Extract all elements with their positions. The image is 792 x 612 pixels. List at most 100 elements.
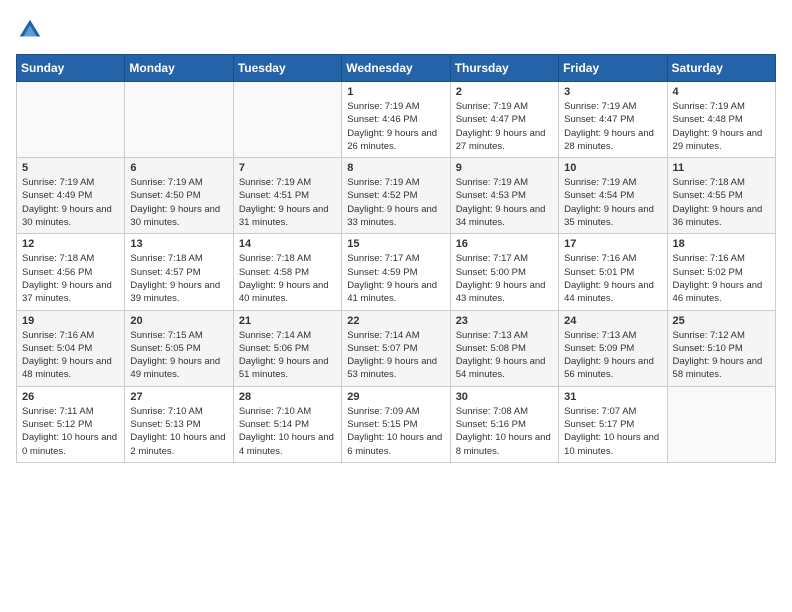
day-info: Sunrise: 7:17 AM Sunset: 5:00 PM Dayligh… [456, 252, 553, 305]
calendar-day-24: 24 Sunrise: 7:13 AM Sunset: 5:09 PM Dayli… [559, 310, 667, 386]
day-info: Sunrise: 7:15 AM Sunset: 5:05 PM Dayligh… [130, 329, 227, 382]
day-info: Sunrise: 7:08 AM Sunset: 5:16 PM Dayligh… [456, 405, 553, 458]
day-number: 18 [673, 238, 770, 250]
day-info: Sunrise: 7:14 AM Sunset: 5:07 PM Dayligh… [347, 329, 444, 382]
calendar-day-17: 17Sunrise: 7:16 AM Sunset: 5:01 PM Dayli… [559, 234, 667, 310]
day-number: 28 [239, 391, 336, 403]
calendar-day-empty [667, 386, 775, 462]
day-number: 13 [130, 238, 227, 250]
day-number: 1 [347, 86, 444, 98]
logo-icon [16, 16, 44, 44]
day-number: 2 [456, 86, 553, 98]
calendar-day-19: 19 Sunrise: 7:16 AM Sunset: 5:04 PM Dayli… [17, 310, 125, 386]
day-number: 10 [564, 162, 661, 174]
day-number: 21 [239, 315, 336, 327]
calendar-day-2: 2 Sunrise: 7:19 AM Sunset: 4:47 PM Daylig… [450, 82, 558, 158]
weekday-header-thursday: Thursday [450, 55, 558, 82]
day-info: Sunrise: 7:13 AM Sunset: 5:08 PM Dayligh… [456, 329, 553, 382]
calendar-day-29: 29 Sunrise: 7:09 AM Sunset: 5:15 PM Dayli… [342, 386, 450, 462]
day-number: 7 [239, 162, 336, 174]
weekday-header-saturday: Saturday [667, 55, 775, 82]
weekday-header-monday: Monday [125, 55, 233, 82]
day-number: 20 [130, 315, 227, 327]
calendar-day-4: 4 Sunrise: 7:19 AM Sunset: 4:48 PM Daylig… [667, 82, 775, 158]
calendar-day-5: 5 Sunrise: 7:19 AM Sunset: 4:49 PM Daylig… [17, 158, 125, 234]
calendar-day-25: 25 Sunrise: 7:12 AM Sunset: 5:10 PM Dayli… [667, 310, 775, 386]
calendar-day-23: 23 Sunrise: 7:13 AM Sunset: 5:08 PM Dayli… [450, 310, 558, 386]
day-number: 24 [564, 315, 661, 327]
day-info: Sunrise: 7:18 AM Sunset: 4:55 PM Dayligh… [673, 176, 770, 229]
day-info: Sunrise: 7:12 AM Sunset: 5:10 PM Dayligh… [673, 329, 770, 382]
day-info: Sunrise: 7:13 AM Sunset: 5:09 PM Dayligh… [564, 329, 661, 382]
day-info: Sunrise: 7:16 AM Sunset: 5:01 PM Dayligh… [564, 252, 661, 305]
day-number: 3 [564, 86, 661, 98]
day-info: Sunrise: 7:19 AM Sunset: 4:51 PM Dayligh… [239, 176, 336, 229]
day-number: 12 [22, 238, 119, 250]
calendar-day-empty [125, 82, 233, 158]
day-info: Sunrise: 7:11 AM Sunset: 5:12 PM Dayligh… [22, 405, 119, 458]
page-header [16, 16, 776, 44]
day-info: Sunrise: 7:16 AM Sunset: 5:04 PM Dayligh… [22, 329, 119, 382]
day-number: 14 [239, 238, 336, 250]
calendar-day-26: 26 Sunrise: 7:11 AM Sunset: 5:12 PM Dayli… [17, 386, 125, 462]
calendar-day-10: 10 Sunrise: 7:19 AM Sunset: 4:54 PM Dayli… [559, 158, 667, 234]
day-number: 23 [456, 315, 553, 327]
day-number: 26 [22, 391, 119, 403]
day-info: Sunrise: 7:17 AM Sunset: 4:59 PM Dayligh… [347, 252, 444, 305]
calendar-day-31: 31 Sunrise: 7:07 AM Sunset: 5:17 PM Dayli… [559, 386, 667, 462]
day-info: Sunrise: 7:19 AM Sunset: 4:54 PM Dayligh… [564, 176, 661, 229]
calendar-day-13: 13Sunrise: 7:18 AM Sunset: 4:57 PM Dayli… [125, 234, 233, 310]
day-info: Sunrise: 7:19 AM Sunset: 4:46 PM Dayligh… [347, 100, 444, 153]
calendar-day-8: 8 Sunrise: 7:19 AM Sunset: 4:52 PM Daylig… [342, 158, 450, 234]
weekday-header-sunday: Sunday [17, 55, 125, 82]
calendar-day-21: 21 Sunrise: 7:14 AM Sunset: 5:06 PM Dayli… [233, 310, 341, 386]
day-number: 11 [673, 162, 770, 174]
day-info: Sunrise: 7:19 AM Sunset: 4:53 PM Dayligh… [456, 176, 553, 229]
calendar-day-27: 27 Sunrise: 7:10 AM Sunset: 5:13 PM Dayli… [125, 386, 233, 462]
logo [16, 16, 48, 44]
calendar-week-row: 1 Sunrise: 7:19 AM Sunset: 4:46 PM Daylig… [17, 82, 776, 158]
day-info: Sunrise: 7:18 AM Sunset: 4:58 PM Dayligh… [239, 252, 336, 305]
day-info: Sunrise: 7:19 AM Sunset: 4:47 PM Dayligh… [456, 100, 553, 153]
calendar-week-row: 12 Sunrise: 7:18 AM Sunset: 4:56 PM Dayli… [17, 234, 776, 310]
calendar-day-3: 3 Sunrise: 7:19 AM Sunset: 4:47 PM Daylig… [559, 82, 667, 158]
day-number: 4 [673, 86, 770, 98]
day-number: 16 [456, 238, 553, 250]
weekday-header-friday: Friday [559, 55, 667, 82]
day-number: 15 [347, 238, 444, 250]
day-info: Sunrise: 7:16 AM Sunset: 5:02 PM Dayligh… [673, 252, 770, 305]
day-info: Sunrise: 7:18 AM Sunset: 4:56 PM Dayligh… [22, 252, 119, 305]
day-number: 5 [22, 162, 119, 174]
day-number: 27 [130, 391, 227, 403]
day-number: 31 [564, 391, 661, 403]
calendar-day-1: 1 Sunrise: 7:19 AM Sunset: 4:46 PM Daylig… [342, 82, 450, 158]
day-info: Sunrise: 7:19 AM Sunset: 4:48 PM Dayligh… [673, 100, 770, 153]
day-info: Sunrise: 7:07 AM Sunset: 5:17 PM Dayligh… [564, 405, 661, 458]
day-info: Sunrise: 7:19 AM Sunset: 4:52 PM Dayligh… [347, 176, 444, 229]
calendar-day-empty [233, 82, 341, 158]
calendar-day-28: 28 Sunrise: 7:10 AM Sunset: 5:14 PM Dayli… [233, 386, 341, 462]
day-number: 8 [347, 162, 444, 174]
calendar-day-20: 20 Sunrise: 7:15 AM Sunset: 5:05 PM Dayli… [125, 310, 233, 386]
day-number: 6 [130, 162, 227, 174]
day-info: Sunrise: 7:10 AM Sunset: 5:13 PM Dayligh… [130, 405, 227, 458]
day-number: 25 [673, 315, 770, 327]
calendar-day-16: 16 Sunrise: 7:17 AM Sunset: 5:00 PM Dayli… [450, 234, 558, 310]
calendar-day-11: 11 Sunrise: 7:18 AM Sunset: 4:55 PM Dayli… [667, 158, 775, 234]
calendar-week-row: 26 Sunrise: 7:11 AM Sunset: 5:12 PM Dayli… [17, 386, 776, 462]
day-number: 29 [347, 391, 444, 403]
day-info: Sunrise: 7:14 AM Sunset: 5:06 PM Dayligh… [239, 329, 336, 382]
weekday-header-wednesday: Wednesday [342, 55, 450, 82]
calendar-day-22: 22 Sunrise: 7:14 AM Sunset: 5:07 PM Dayli… [342, 310, 450, 386]
calendar-day-30: 30Sunrise: 7:08 AM Sunset: 5:16 PM Dayli… [450, 386, 558, 462]
day-info: Sunrise: 7:10 AM Sunset: 5:14 PM Dayligh… [239, 405, 336, 458]
day-info: Sunrise: 7:19 AM Sunset: 4:47 PM Dayligh… [564, 100, 661, 153]
calendar-week-row: 5 Sunrise: 7:19 AM Sunset: 4:49 PM Daylig… [17, 158, 776, 234]
day-info: Sunrise: 7:19 AM Sunset: 4:49 PM Dayligh… [22, 176, 119, 229]
day-number: 19 [22, 315, 119, 327]
calendar-day-15: 15 Sunrise: 7:17 AM Sunset: 4:59 PM Dayli… [342, 234, 450, 310]
day-info: Sunrise: 7:09 AM Sunset: 5:15 PM Dayligh… [347, 405, 444, 458]
weekday-header-row: SundayMondayTuesdayWednesdayThursdayFrid… [17, 55, 776, 82]
calendar-day-18: 18 Sunrise: 7:16 AM Sunset: 5:02 PM Dayli… [667, 234, 775, 310]
day-number: 22 [347, 315, 444, 327]
